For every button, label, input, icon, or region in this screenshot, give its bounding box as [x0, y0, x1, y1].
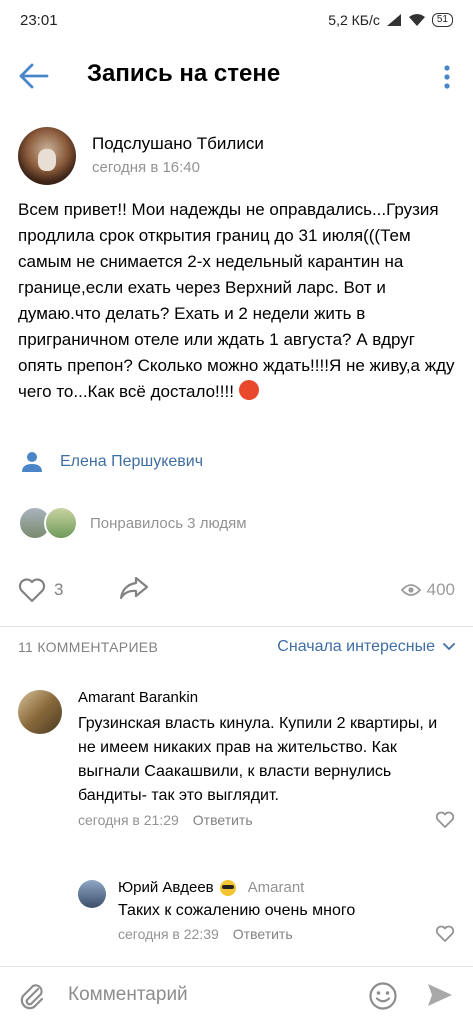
comments-count: 11 КОММЕНТАРИЕВ [18, 639, 159, 655]
chevron-down-icon [443, 643, 455, 651]
post-text: Всем привет!! Мои надежды не оправдались… [18, 197, 458, 405]
commenter-avatar[interactable] [18, 690, 62, 734]
liker-avatar [44, 506, 78, 540]
reply-button[interactable]: Ответить [193, 812, 253, 828]
reply-meta: сегодня в 22:39 Ответить [118, 925, 455, 943]
replier-name[interactable]: Юрий Авдеев [118, 878, 214, 898]
status-right: 5,2 КБ/с 51 [328, 12, 453, 28]
comment-meta: сегодня в 21:29 Ответить [78, 811, 455, 829]
eye-icon [400, 584, 421, 596]
share-button[interactable] [119, 575, 149, 606]
post-body: Всем привет!! Мои надежды не оправдались… [18, 200, 455, 401]
reply-body: Юрий Авдеев Amarant Таких к сожалению оч… [118, 878, 455, 942]
signal-icon [386, 14, 401, 26]
wifi-icon [408, 14, 425, 26]
group-info: Подслушано Тбилиси сегодня в 16:40 [92, 133, 264, 179]
comment-body: Amarant Barankin Грузинская власть кинул… [78, 688, 455, 828]
send-icon[interactable] [426, 981, 454, 1009]
group-avatar[interactable] [18, 127, 76, 185]
app-header: Запись на стене [0, 44, 473, 108]
paperclip-icon[interactable] [18, 981, 46, 1011]
smile-icon[interactable] [368, 981, 398, 1011]
heart-icon[interactable] [435, 925, 455, 943]
heart-icon [18, 578, 46, 603]
heart-icon[interactable] [435, 811, 455, 829]
like-count: 3 [54, 580, 64, 599]
divider [0, 626, 473, 627]
arrow-left-icon[interactable] [18, 62, 50, 90]
reply-header: Юрий Авдеев Amarant [118, 878, 455, 898]
likes-summary[interactable]: Понравилось 3 людям [18, 506, 247, 540]
sort-label: Сначала интересные [277, 638, 435, 655]
commenter-name[interactable]: Amarant Barankin [78, 688, 455, 708]
post-header[interactable]: Подслушано Тбилиси сегодня в 16:40 [18, 126, 264, 186]
group-name[interactable]: Подслушано Тбилиси [92, 133, 264, 155]
reply-to[interactable]: Amarant [248, 878, 305, 898]
comment-input[interactable] [68, 981, 348, 1009]
more-vertical-icon[interactable] [443, 64, 451, 90]
reply-text: Таких к сожалению очень много [118, 902, 356, 919]
author-name[interactable]: Елена Першукевич [60, 453, 203, 471]
post-time: сегодня в 16:40 [92, 159, 200, 176]
comment-composer [0, 966, 473, 1024]
replier-avatar[interactable] [78, 880, 106, 908]
battery-indicator: 51 [431, 13, 453, 27]
share-icon [120, 576, 149, 599]
comments-sort-dropdown[interactable]: Сначала интересные [277, 638, 455, 656]
reply-button[interactable]: Ответить [233, 926, 293, 942]
views-counter: 400 [400, 580, 455, 600]
comment-time: сегодня в 21:29 [78, 812, 179, 828]
likes-text: Понравилось 3 людям [90, 514, 247, 532]
cool-emoji-icon [219, 880, 236, 896]
network-speed: 5,2 КБ/с [328, 12, 380, 28]
comment-text: Грузинская власть кинула. Купили 2 кварт… [78, 715, 438, 804]
status-bar: 23:01 5,2 КБ/с 51 [0, 0, 473, 40]
user-icon [22, 452, 42, 472]
angry-emoji-icon [238, 380, 259, 400]
like-button[interactable]: 3 [18, 577, 63, 603]
post-actions: 3 400 [18, 572, 455, 608]
views-count: 400 [426, 580, 455, 599]
reply-time: сегодня в 22:39 [118, 926, 219, 942]
post-author[interactable]: Елена Першукевич [20, 450, 203, 474]
page-title: Запись на стене [87, 60, 281, 87]
status-time: 23:01 [20, 11, 58, 29]
comments-header: 11 КОММЕНТАРИЕВ Сначала интересные [18, 638, 455, 656]
